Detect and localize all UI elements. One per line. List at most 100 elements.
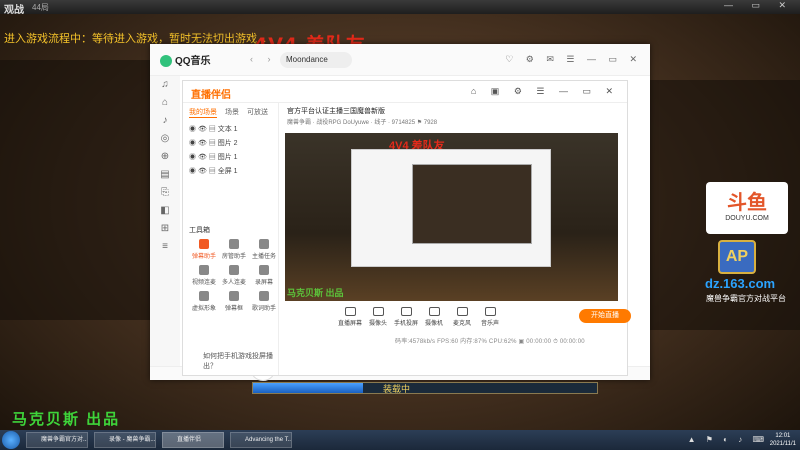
sidebar-icon[interactable]: ♫ — [150, 76, 180, 94]
tool-item[interactable]: 多人连麦 — [219, 265, 249, 286]
scene-item[interactable]: ◉ 👁 ▤ 图片 1 — [183, 150, 278, 164]
taskbar-item[interactable]: 录像 - 魔兽争霸... — [94, 432, 156, 448]
start-button[interactable] — [2, 431, 20, 449]
taskbar: 魔兽争霸官方对... 录像 - 魔兽争霸... 直播伴侣 Advancing t… — [0, 430, 800, 450]
live-app-brand: 直播伴侣 — [191, 90, 231, 101]
sidebar-icon[interactable]: ⊕ — [150, 148, 180, 166]
source-control[interactable]: 麦克风 — [447, 307, 477, 327]
preview-nested-window — [351, 149, 551, 267]
qq-music-nav-arrows[interactable]: ‹ › — [250, 54, 277, 64]
window-controls[interactable]: — ▭ ✕ — [724, 0, 794, 11]
source-control-label: 麦克风 — [452, 321, 471, 327]
source-control-label: 手机投屏 — [393, 321, 418, 327]
tool-icon — [229, 265, 239, 275]
source-control-label: 音乐声 — [480, 321, 499, 327]
room-meta: 魔兽争霸 · 战役RPG DoUyuwe · 线子 · 9714825 ⚑ 79… — [287, 120, 438, 126]
tab-broadcast[interactable]: 可放送 — [247, 107, 268, 118]
platform-subtitle: 魔兽争霸官方对战平台 — [706, 294, 786, 303]
tool-label: 主播任务 — [251, 254, 276, 260]
live-app-header-icons[interactable]: ⌂ ▣ ⚙ ☰ — ▭ ✕ — [471, 86, 619, 97]
qq-music-brand: QQ音乐 — [175, 56, 211, 67]
source-controls: 直播屏幕 摄像头 手机投屏 摄像机 麦克风 音乐声 — [285, 303, 618, 333]
scene-panel: 我的场景 场景 可放送 ◉ 👁 ▤ 文本 1 ◉ 👁 ▤ 图片 2 ◉ 👁 ▤ … — [183, 103, 279, 375]
tab-my-scenes[interactable]: 我的场景 — [189, 107, 217, 118]
toolbox-title: 工具箱 — [189, 227, 210, 234]
mirror-help-link[interactable]: 如何把手机游戏投屏播出？ — [203, 351, 278, 371]
tool-label: 视频连麦 — [191, 280, 216, 286]
sidebar-icon[interactable]: ⊞ — [150, 220, 180, 238]
source-control[interactable]: 直播屏幕 — [335, 307, 365, 327]
tool-label: 虚拟形象 — [191, 306, 216, 312]
scene-item[interactable]: ◉ 👁 ▤ 图片 2 — [183, 136, 278, 150]
tool-icon — [199, 291, 209, 301]
stream-preview: 4V4 差队友 马克贝斯 出品 — [285, 133, 618, 301]
douyu-logo-en: DOUYU.COM — [725, 215, 769, 222]
source-control-icon — [400, 307, 412, 316]
sidebar-icon[interactable]: ⎘ — [150, 184, 180, 202]
loading-fill — [253, 383, 364, 393]
tool-item[interactable]: 主播任务 — [249, 239, 279, 260]
qq-music-sidebar: ♫ ⌂ ♪ ◎ ⊕ ▤ ⎘ ◧ ⊞ ≡ — [150, 76, 180, 380]
sidebar-icon[interactable]: ⌂ — [150, 94, 180, 112]
qq-music-header-icons[interactable]: ♡ ⚙ ✉ ☰ — ▭ ✕ — [505, 54, 642, 65]
loading-label: 装载中 — [383, 384, 411, 394]
tab-scenes[interactable]: 场景 — [225, 107, 239, 118]
tool-icon — [229, 291, 239, 301]
fortress-left — [0, 60, 150, 320]
taskbar-clock[interactable]: 12:01 2021/11/1 — [770, 432, 796, 448]
tool-item[interactable]: 视频连麦 — [189, 265, 219, 286]
sidebar-icon[interactable]: ≡ — [150, 238, 180, 256]
source-control[interactable]: 摄像机 — [419, 307, 449, 327]
tool-item[interactable]: 录屏幕 — [249, 265, 279, 286]
source-control-label: 直播屏幕 — [337, 321, 362, 327]
source-control[interactable]: 音乐声 — [475, 307, 505, 327]
tool-label: 弹幕助手 — [191, 254, 216, 260]
tool-item[interactable]: 虚拟形象 — [189, 291, 219, 312]
taskbar-item[interactable]: 魔兽争霸官方对... — [26, 432, 88, 448]
source-control-icon — [484, 307, 496, 316]
source-control-label: 摄像头 — [368, 321, 387, 327]
sidebar-icon[interactable]: ◎ — [150, 130, 180, 148]
taskbar-item[interactable]: Advancing the T... — [230, 432, 292, 448]
live-app-header: 直播伴侣 ⌂ ▣ ⚙ ☰ — ▭ ✕ — [183, 81, 627, 103]
source-control-icon — [456, 307, 468, 316]
source-control-icon — [372, 307, 384, 316]
tool-item[interactable]: 歌词助手 — [249, 291, 279, 312]
start-live-button[interactable]: 开始直播 — [579, 309, 631, 323]
window-subtitle: 44局 — [32, 3, 49, 12]
source-control[interactable]: 手机投屏 — [391, 307, 421, 327]
tool-item[interactable]: 房管助手 — [219, 239, 249, 260]
source-control[interactable]: 摄像头 — [363, 307, 393, 327]
tool-icon — [259, 291, 269, 301]
tool-icon — [259, 239, 269, 249]
tool-label: 歌词助手 — [251, 306, 276, 312]
tool-label: 多人连麦 — [221, 280, 246, 286]
taskbar-item[interactable]: 直播伴侣 — [162, 432, 224, 448]
system-tray[interactable]: ▲ ⚑ ◐ ♪ ⌨ — [688, 435, 768, 444]
source-control-label: 摄像机 — [424, 321, 443, 327]
platform-badge-icon: AP — [718, 240, 756, 274]
game-loading-bar: 装载中 — [252, 382, 598, 394]
qq-music-logo-icon — [160, 55, 172, 68]
tool-icon — [259, 265, 269, 275]
qq-music-logo: QQ音乐 — [160, 52, 211, 68]
clock-date: 2021/11/1 — [769, 441, 796, 447]
tool-icon — [199, 265, 209, 275]
qq-music-header: QQ音乐 ‹ › Moondance Nightwish ♡ ⚙ ✉ ☰ — ▭… — [150, 44, 650, 76]
sidebar-icon[interactable]: ♪ — [150, 112, 180, 130]
preview-nested-screen — [412, 164, 532, 244]
tool-item[interactable]: 弹幕框 — [219, 291, 249, 312]
tool-label: 弹幕框 — [224, 306, 243, 312]
scene-item[interactable]: ◉ 👁 ▤ 全屏 1 — [183, 164, 278, 178]
stream-stats: 码率:4578kb/s FPS:60 内存:87% CPU:62% ▣ 00:0… — [395, 339, 585, 345]
sidebar-icon[interactable]: ◧ — [150, 202, 180, 220]
tool-icon — [229, 239, 239, 249]
qq-music-search-input[interactable]: Moondance Nightwish — [280, 52, 352, 68]
sidebar-icon[interactable]: ▤ — [150, 166, 180, 184]
room-title: 官方平台认证主播三国魔兽新版 — [287, 108, 385, 115]
game-window-titlebar: 观战 44局 — ▭ ✕ — [0, 0, 800, 16]
scene-tabs: 我的场景 场景 可放送 — [183, 103, 278, 122]
tool-label: 录屏幕 — [254, 280, 273, 286]
tool-item[interactable]: 弹幕助手 — [189, 239, 219, 260]
scene-item[interactable]: ◉ 👁 ▤ 文本 1 — [183, 122, 278, 136]
